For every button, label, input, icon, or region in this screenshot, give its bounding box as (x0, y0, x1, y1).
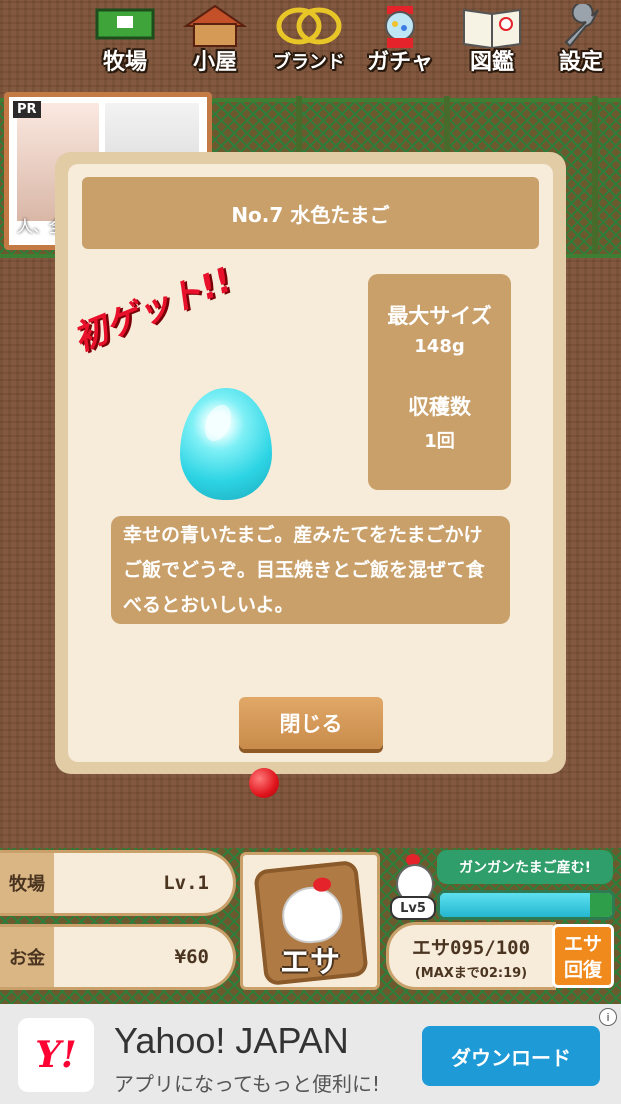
nav-gacha[interactable]: ガチャ (355, 0, 445, 80)
hen-comb (312, 876, 332, 893)
close-button[interactable]: 閉じる (239, 697, 383, 749)
max-size-label: 最大サイズ (387, 304, 492, 328)
egg-detail-modal: No.7 水色たまご 初ゲット!! 最大サイズ 148g 収穫数 1回 幸せの青… (55, 152, 566, 774)
book-icon (463, 8, 521, 48)
harvest-label: 収穫数 (408, 395, 471, 419)
egg-shine (199, 400, 237, 446)
nav-label: 設定 (558, 50, 603, 75)
max-size-value: 148g (414, 336, 465, 357)
nav-label: ブランド (273, 52, 345, 73)
nav-ranch[interactable]: 牧場 (80, 0, 170, 80)
nav-label: 牧場 (102, 50, 147, 75)
hut-icon (182, 4, 248, 47)
feed-button-label: エサ (280, 945, 340, 980)
money-value: ¥60 (174, 946, 209, 968)
modal-title: No.7 水色たまご (82, 177, 539, 249)
egg-description: 幸せの青いたまご。産みたてをたまごかけご飯でどうぞ。目玉焼きとご飯を混ぜて食べる… (111, 516, 510, 624)
gauge-fill (440, 893, 590, 917)
money-label: お金 (0, 927, 54, 987)
recover-label-line1: エサ (563, 933, 602, 955)
ranch-level-value: Lv.1 (163, 872, 209, 894)
top-nav: 牧場 小屋 ブランド ガチャ 図鑑 設定 (0, 0, 621, 80)
money-row: お金 ¥60 (0, 924, 236, 990)
chicken-level-badge: Lv5 (390, 896, 436, 920)
recover-label-line2: 回復 (563, 959, 602, 981)
red-ball (249, 768, 279, 798)
chicken-speech-bubble: ガンガンたまご産む! (437, 850, 613, 884)
feed-timer: (MAXまで02:19) (414, 966, 528, 981)
fence-post (592, 96, 598, 254)
ad-download-button[interactable]: ダウンロード (422, 1026, 600, 1086)
wrench-icon (564, 4, 599, 48)
pr-badge: PR (13, 101, 41, 118)
nav-label: 小屋 (192, 50, 237, 75)
ranch-label: 牧場 (0, 853, 54, 913)
ad-info-icon[interactable]: i (599, 1008, 617, 1026)
rings-icon (276, 7, 342, 45)
egg-stats: 最大サイズ 148g 収穫数 1回 (368, 274, 511, 490)
ad-title: Yahoo! JAPAN (114, 1020, 349, 1061)
ad-subtitle: アプリになってもっと便利に! (114, 1072, 381, 1096)
yahoo-logo-icon: Y! (18, 1018, 94, 1092)
chicken-level-icon: Lv5 (390, 852, 436, 920)
feed-button[interactable]: エサ (240, 852, 380, 990)
feed-stock: エサ095/100 (MAXまで02:19) (386, 922, 556, 990)
nav-label: ガチャ (367, 50, 433, 75)
feed-count: エサ095/100 (411, 937, 531, 959)
first-get-label: 初ゲット!! (67, 259, 238, 360)
feed-recover-button[interactable]: エサ 回復 (552, 924, 614, 988)
nav-encyclopedia[interactable]: 図鑑 (447, 0, 537, 80)
nav-settings[interactable]: 設定 (536, 0, 621, 80)
ranch-icon (95, 8, 155, 40)
ad-banner[interactable]: i Y! Yahoo! JAPAN アプリになってもっと便利に! ダウンロード (0, 1004, 621, 1104)
modal-body: No.7 水色たまご 初ゲット!! 最大サイズ 148g 収穫数 1回 幸せの青… (68, 164, 553, 762)
ranch-level-row: 牧場 Lv.1 (0, 850, 236, 916)
harvest-value: 1回 (424, 431, 455, 452)
chicken-gauge (437, 890, 615, 920)
egg-icon (180, 388, 272, 500)
gauge-tail (589, 893, 612, 917)
nav-brand[interactable]: ブランド (264, 0, 354, 80)
nav-label: 図鑑 (469, 50, 514, 75)
nav-hut[interactable]: 小屋 (170, 0, 260, 80)
